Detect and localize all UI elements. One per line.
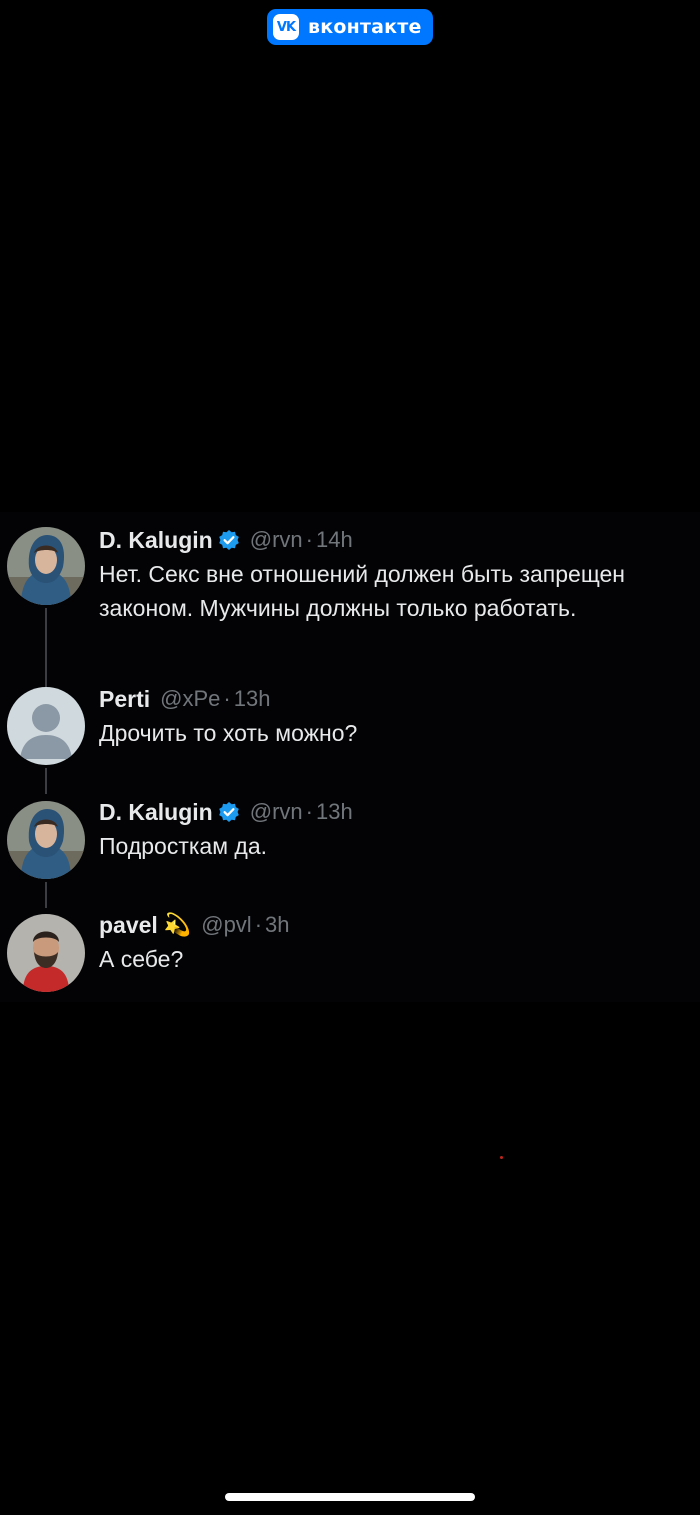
vk-logo-icon: VK [273,14,299,40]
vk-badge: VK вконтакте [267,9,433,45]
separator-dot: · [305,799,313,824]
display-name[interactable]: D. Kalugin [99,799,213,826]
handle[interactable]: @xPe [160,686,220,712]
video-artifact-dot [500,1156,503,1159]
timestamp[interactable]: 14h [316,527,353,553]
timestamp[interactable]: 3h [265,912,289,938]
thread-connector [45,768,47,794]
tweet-text: А себе? [99,946,184,972]
handle[interactable]: @rvn [250,799,303,825]
person-beard-avatar[interactable] [7,914,85,992]
tweet-text: Нет. Секс вне отношений должен быть запр… [99,561,626,621]
timestamp[interactable]: 13h [234,686,271,712]
tweet-thread: D. Kalugin @rvn · 14h Нет. Секс вне отно… [0,512,700,1002]
separator-dot: · [305,527,313,552]
dizzy-emoji-icon: 💫 [163,912,192,938]
display-name[interactable]: Perti [99,686,150,713]
tweet-text: Подросткам да. [99,833,268,859]
thread-connector [45,882,47,908]
display-name[interactable]: D. Kalugin [99,527,213,554]
default-avatar[interactable] [7,687,85,765]
display-name[interactable]: pavel [99,912,158,939]
thread-connector [45,608,47,692]
tweet-header: D. Kalugin @rvn · 14h [99,525,680,555]
person-hood-avatar[interactable] [7,527,85,605]
person-hood-avatar[interactable] [7,801,85,879]
tweet-text: Дрочить то хоть можно? [99,720,358,746]
home-indicator[interactable] [225,1493,475,1501]
separator-dot: · [254,912,263,937]
verified-badge-icon [218,529,240,551]
separator-dot: · [223,686,231,711]
tweet-header: D. Kalugin @rvn · 13h [99,797,680,827]
verified-badge-icon [218,801,240,823]
timestamp[interactable]: 13h [316,799,353,825]
handle[interactable]: @rvn [250,527,303,553]
tweet-header: pavel 💫 @pvl · 3h [99,910,680,940]
vk-badge-label: вконтакте [308,16,422,38]
handle[interactable]: @pvl [201,912,251,938]
tweet-header: Perti @xPe · 13h [99,684,680,714]
